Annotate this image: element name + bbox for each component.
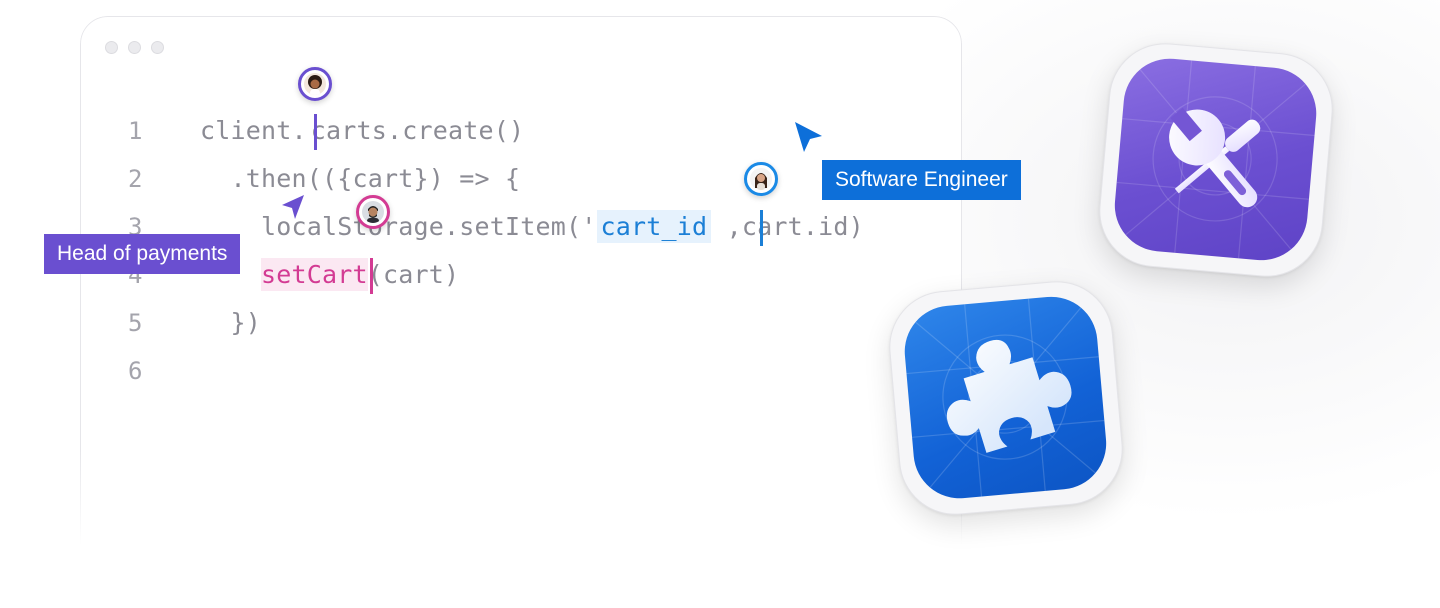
close-window-button[interactable]	[105, 41, 118, 54]
code-line-2: .then(({cart}) => {	[200, 164, 521, 193]
tools-app-icon[interactable]	[1094, 38, 1338, 282]
text-caret	[760, 210, 763, 246]
line-number: 1	[128, 117, 143, 145]
puzzle-app-tile	[900, 293, 1111, 503]
cursor-icon	[795, 122, 822, 152]
selected-text: setCart	[261, 258, 368, 291]
collaborator-avatar[interactable]	[356, 195, 390, 229]
zoom-window-button[interactable]	[151, 41, 164, 54]
collaborator-name-tag: Head of payments	[44, 234, 241, 274]
code-text: localStorage.setItem('	[200, 212, 597, 241]
collaborator-avatar[interactable]	[744, 162, 778, 196]
cursor-icon	[282, 195, 304, 219]
wrench-screwdriver-icon	[1169, 107, 1261, 208]
code-text: (cart)	[367, 260, 460, 289]
text-caret	[370, 258, 373, 294]
line-number: 6	[128, 357, 143, 385]
avatar-photo	[750, 168, 772, 190]
code-line-5: })	[200, 308, 262, 337]
code-text: client.	[200, 116, 307, 145]
tools-app-tile	[1111, 54, 1321, 265]
puzzle-app-icon[interactable]	[884, 276, 1128, 520]
code-line-1: client. carts.create()	[200, 116, 524, 145]
line-number: 2	[128, 165, 143, 193]
collaborator-avatar[interactable]	[298, 67, 332, 101]
selected-text: cart_id	[596, 210, 712, 243]
puzzle-piece-icon	[946, 339, 1072, 453]
stage: 1 2 3 4 5 6 client. carts.create() .then(…	[0, 0, 1440, 608]
collaborator-name-tag: Software Engineer	[822, 160, 1021, 200]
code-text: carts.create()	[310, 116, 525, 145]
line-number: 5	[128, 309, 143, 337]
minimize-window-button[interactable]	[128, 41, 141, 54]
window-controls	[105, 41, 164, 54]
avatar-photo	[304, 73, 326, 95]
code-text: ,cart.id)	[711, 212, 864, 241]
avatar-photo	[362, 201, 384, 223]
text-caret	[314, 114, 317, 150]
